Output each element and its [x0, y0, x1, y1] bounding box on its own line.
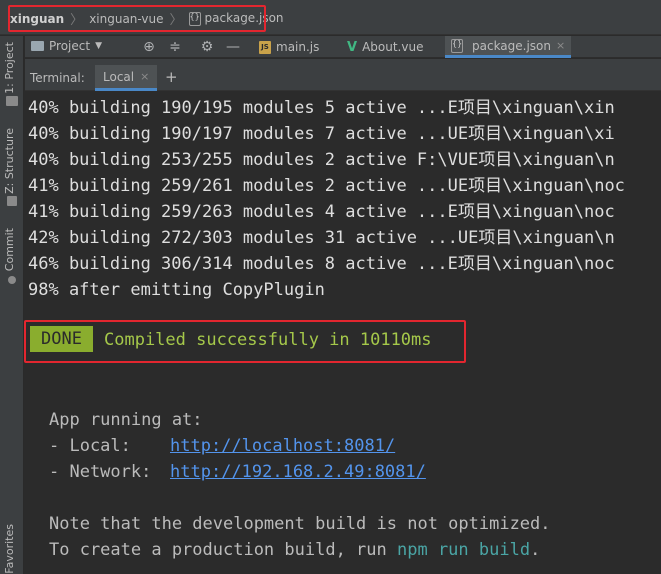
done-badge: DONE	[30, 326, 93, 352]
local-url-link[interactable]: http://localhost:8081/	[170, 433, 395, 459]
build-line: 40% building 190/197 modules 7 active ..…	[28, 124, 615, 144]
tab-label: About.vue	[362, 40, 424, 54]
folder-icon	[6, 96, 18, 106]
json-file-icon	[188, 11, 201, 26]
vue-file-icon: V	[347, 39, 358, 55]
build-line: 40% building 190/195 modules 5 active ..…	[28, 98, 615, 118]
project-tool-window-button[interactable]: 1: Project	[3, 42, 16, 94]
close-icon[interactable]: ×	[140, 70, 149, 83]
build-line: 41% building 259/261 modules 2 active ..…	[28, 176, 625, 196]
tab-label: main.js	[276, 40, 320, 54]
js-file-icon: JS	[259, 40, 271, 54]
project-view-dropdown[interactable]: Project ▼	[31, 39, 102, 53]
tab-main-js[interactable]: JS main.js	[253, 36, 325, 58]
npm-command: npm run build	[397, 540, 531, 560]
left-tool-strip: 1: Project Z: Structure Commit Favorites	[0, 36, 24, 574]
project-label: Project	[49, 39, 91, 53]
gear-icon[interactable]: ⚙	[198, 38, 216, 56]
collapse-icon[interactable]: ≑	[166, 38, 184, 56]
build-line: 42% building 272/303 modules 31 active .…	[28, 228, 615, 248]
build-line: 46% building 306/314 modules 8 active ..…	[28, 254, 615, 274]
json-file-icon	[451, 38, 463, 53]
structure-tool-window-button[interactable]: Z: Structure	[3, 128, 16, 194]
breadcrumb-root[interactable]: xinguan	[10, 12, 64, 26]
breadcrumb-file-label: package.json	[204, 11, 284, 26]
build-line: 98% after emitting CopyPlugin	[28, 280, 325, 300]
create-suffix: .	[530, 540, 541, 560]
create-prefix: To create a production build, run	[49, 540, 397, 560]
close-icon[interactable]: ×	[556, 39, 565, 52]
new-terminal-button[interactable]: +	[165, 68, 178, 86]
breadcrumb-bar: xinguan 〉 xinguan-vue 〉 package.json	[0, 0, 661, 35]
network-label: - Network:	[49, 462, 162, 482]
project-folder-icon	[31, 41, 44, 51]
favorites-tool-window-button[interactable]: Favorites	[3, 524, 16, 574]
create-build-line: To create a production build, run npm ru…	[49, 537, 540, 563]
network-url-link[interactable]: http://192.168.2.49:8081/	[170, 459, 426, 485]
local-label: - Local:	[49, 436, 162, 456]
tab-local[interactable]: Local ×	[95, 65, 158, 91]
globe-icon[interactable]: ⊕	[140, 38, 158, 56]
breadcrumb: xinguan 〉 xinguan-vue 〉 package.json	[10, 6, 284, 31]
terminal-label: Terminal:	[30, 71, 85, 85]
tab-about-vue[interactable]: V About.vue	[341, 36, 429, 58]
terminal-header: Terminal: Local × +	[25, 59, 661, 91]
tool-window-header: Project ▼ ⊕ ≑ ⚙ — JS main.js V About.vue…	[25, 36, 661, 58]
commit-tool-window-button[interactable]: Commit	[3, 228, 16, 271]
breadcrumb-project[interactable]: xinguan-vue	[89, 12, 163, 26]
chevron-down-icon: ▼	[95, 41, 102, 51]
structure-icon	[7, 196, 17, 206]
breadcrumb-separator-icon: 〉	[70, 13, 84, 28]
app-running-label: App running at:	[49, 410, 203, 430]
minimize-icon[interactable]: —	[224, 38, 242, 56]
build-line: 41% building 259/263 modules 4 active ..…	[28, 202, 615, 222]
build-line: 40% building 253/255 modules 2 active F:…	[28, 150, 615, 170]
breadcrumb-separator-icon: 〉	[169, 13, 183, 28]
note-line: Note that the development build is not o…	[49, 514, 551, 534]
commit-icon	[8, 276, 16, 284]
tab-local-label: Local	[103, 69, 135, 84]
tab-package-json[interactable]: package.json ×	[445, 36, 572, 58]
tab-label: package.json	[472, 38, 552, 53]
breadcrumb-file[interactable]: package.json	[188, 11, 284, 26]
compile-status-message: Compiled successfully in 10110ms	[104, 330, 432, 350]
